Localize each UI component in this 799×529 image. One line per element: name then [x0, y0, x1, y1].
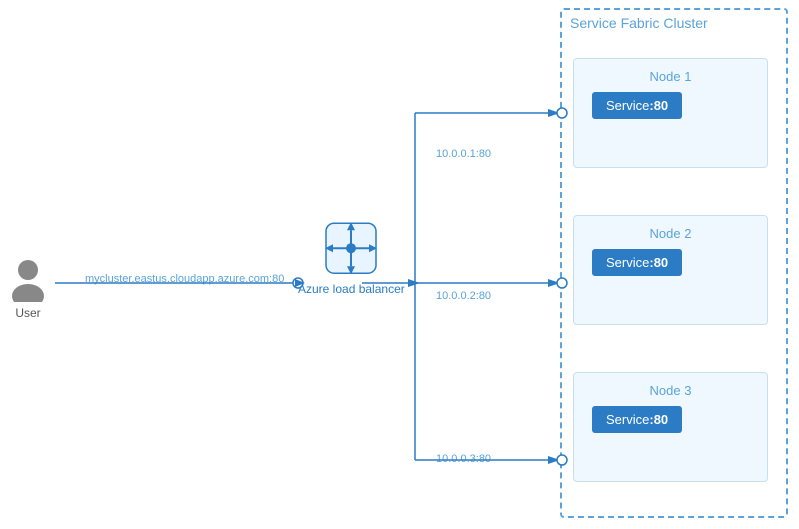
ip-label-3: 10.0.0.3:80 — [436, 453, 491, 465]
node-1-box: Node 1 Service:80 — [573, 58, 768, 168]
node-1-label: Node 1 — [574, 59, 767, 92]
domain-label: mycluster.eastus.cloudapp.azure.com:80 — [85, 273, 284, 285]
diagram-container: Service Fabric Cluster Node 1 Service:80… — [0, 0, 799, 529]
ip-label-1: 10.0.0.1:80 — [436, 148, 491, 160]
node-2-label: Node 2 — [574, 216, 767, 249]
node-2-box: Node 2 Service:80 — [573, 215, 768, 325]
node-2-service: Service:80 — [592, 249, 682, 276]
user-svg — [10, 258, 46, 302]
node-3-box: Node 3 Service:80 — [573, 372, 768, 482]
cluster-label: Service Fabric Cluster — [570, 15, 708, 31]
node-3-label: Node 3 — [574, 373, 767, 406]
load-balancer: Azure load balancer — [298, 218, 405, 298]
ip-label-2: 10.0.0.2:80 — [436, 290, 491, 302]
user-label: User — [15, 306, 40, 320]
lb-label: Azure load balancer — [298, 282, 405, 298]
user-icon: User — [10, 258, 46, 320]
lb-icon — [321, 218, 381, 278]
node-3-service: Service:80 — [592, 406, 682, 433]
node-1-service: Service:80 — [592, 92, 682, 119]
